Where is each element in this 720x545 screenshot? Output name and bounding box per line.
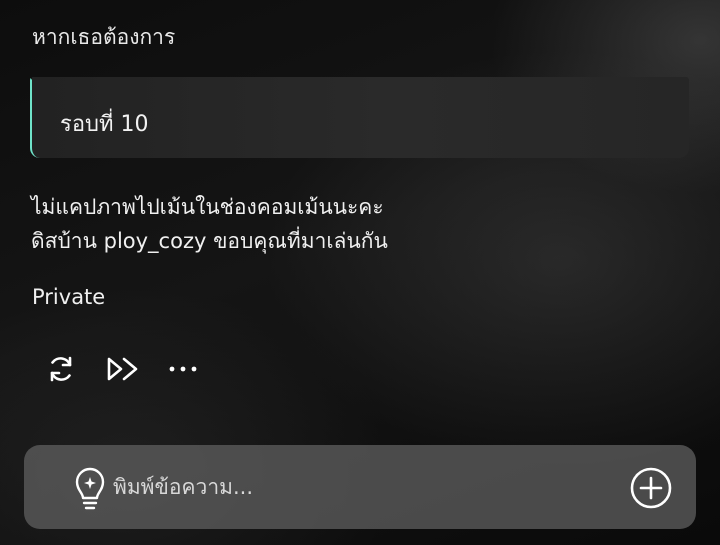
message-line-1: ไม่แคปภาพไปเม้นในช่องคอมเม้นนะคะ — [31, 195, 384, 219]
message-body: ไม่แคปภาพไปเม้นในช่องคอมเม้นนะคะ ดิสบ้าน… — [31, 190, 388, 258]
message-line-2: ดิสบ้าน ploy_cozy ขอบคุณที่มาเล่นกัน — [31, 229, 388, 253]
more-button[interactable] — [166, 352, 200, 386]
fast-forward-icon — [107, 357, 138, 381]
card-text: รอบที่ 10 — [60, 112, 149, 137]
intro-text: หากเธอต้องการ — [32, 25, 176, 49]
message-composer — [24, 445, 696, 529]
continue-button[interactable] — [105, 352, 139, 386]
message-input[interactable] — [113, 471, 613, 503]
lightbulb-icon[interactable] — [70, 467, 110, 511]
plus-circle-icon[interactable] — [629, 466, 673, 510]
refresh-icon — [50, 356, 72, 382]
privacy-label: Private — [32, 285, 106, 309]
regenerate-button[interactable] — [44, 352, 78, 386]
highlight-card[interactable]: รอบที่ 10 — [30, 77, 689, 158]
action-bar — [44, 352, 227, 386]
more-icon — [169, 366, 197, 372]
